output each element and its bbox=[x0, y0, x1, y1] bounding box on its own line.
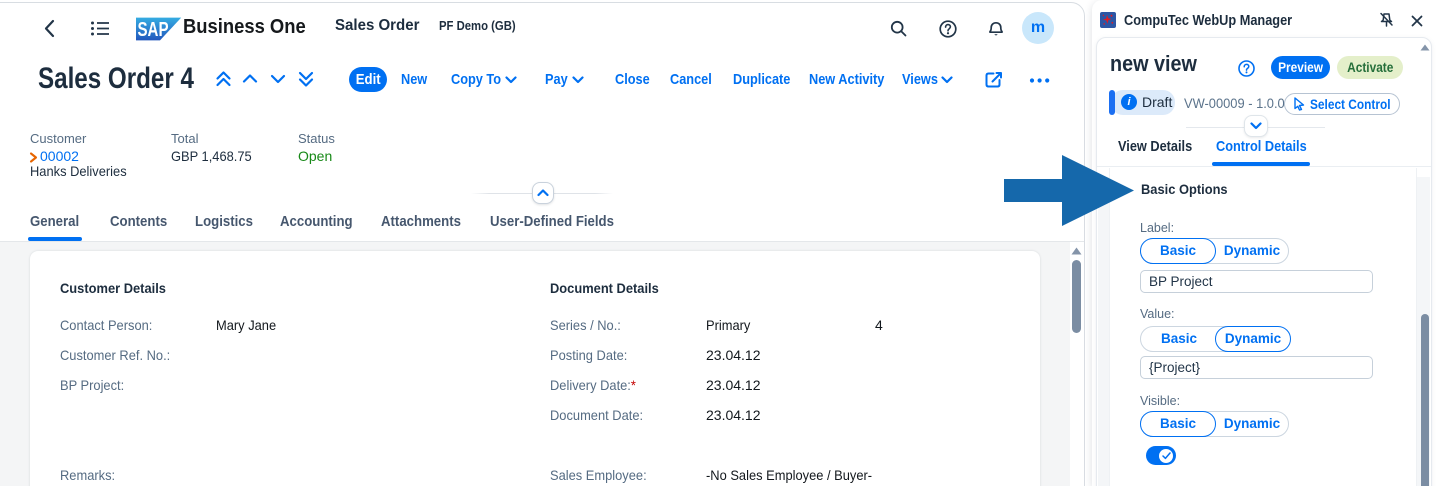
svg-text:SAP: SAP bbox=[138, 19, 169, 41]
